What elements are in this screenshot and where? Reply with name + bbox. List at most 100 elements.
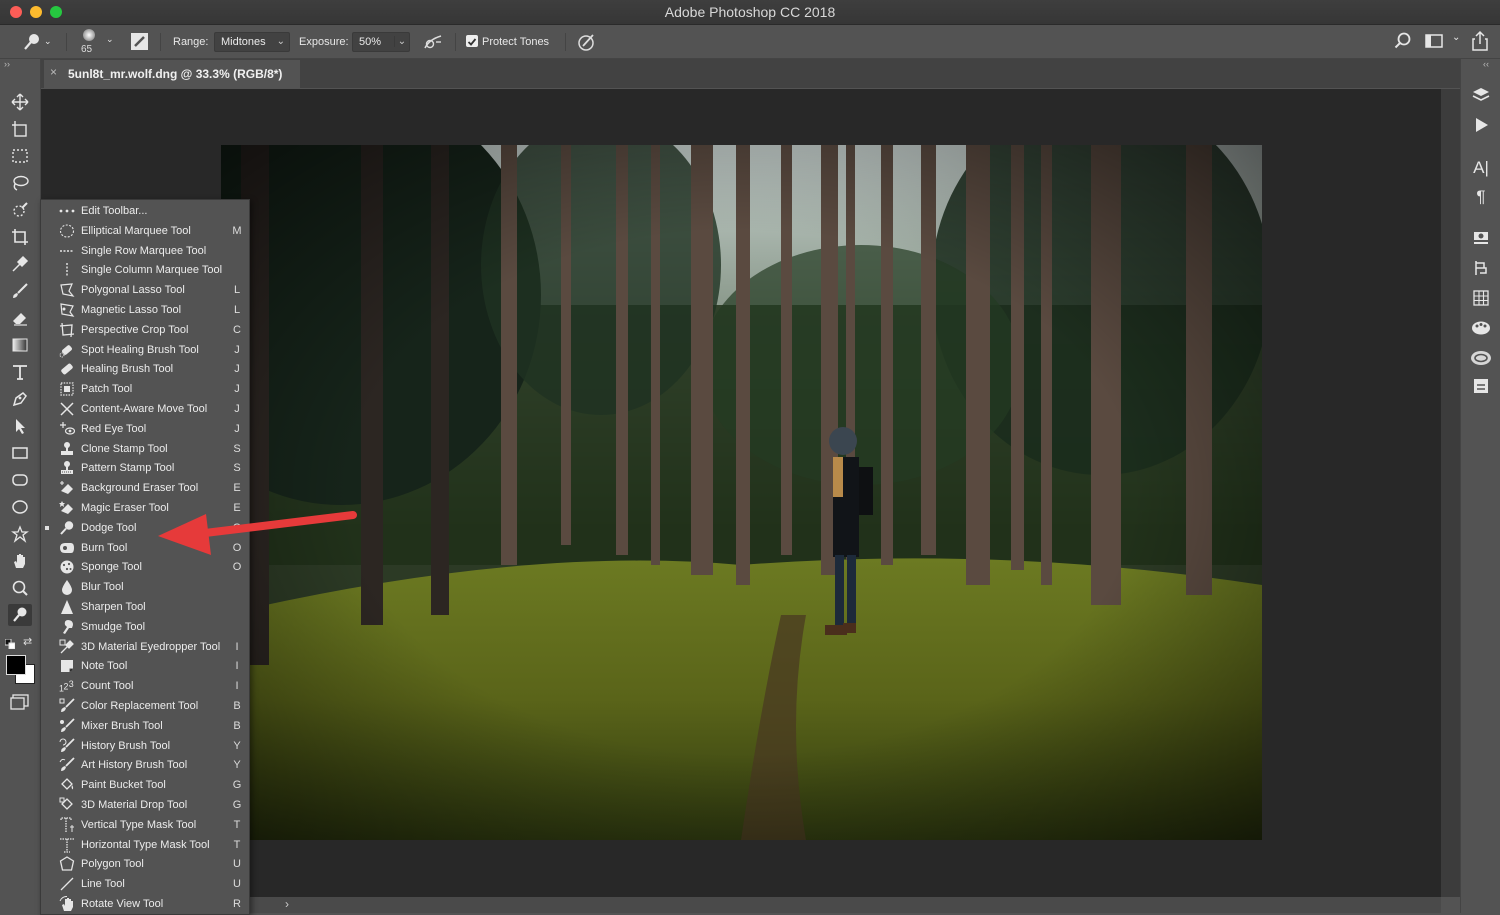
creative-cloud-libraries-icon[interactable] <box>1469 347 1493 369</box>
range-select[interactable]: Midtones ⌄ <box>214 32 290 52</box>
dodge-icon[interactable] <box>8 604 32 626</box>
paragraph-icon[interactable]: ¶ <box>1469 186 1493 208</box>
vertical-scrollbar[interactable] <box>1441 89 1460 897</box>
document-image[interactable] <box>221 145 1262 840</box>
rounded-rectangle-icon[interactable] <box>8 469 32 491</box>
foreground-color-swatch[interactable] <box>6 655 26 675</box>
flyout-item-3d-eyedropper[interactable]: 3D Material Eyedropper Tool I <box>41 637 249 657</box>
flyout-item-content-aware-move[interactable]: Content-Aware Move Tool J <box>41 399 249 419</box>
flyout-item-magnetic-lasso[interactable]: Magnetic Lasso Tool L <box>41 300 249 320</box>
share-icon[interactable] <box>1470 30 1490 52</box>
polygonal-lasso-icon <box>59 282 75 298</box>
brush-icon[interactable] <box>8 280 32 302</box>
flyout-item-art-history-brush[interactable]: Art History Brush Tool Y <box>41 755 249 775</box>
flyout-item-polygonal-lasso[interactable]: Polygonal Lasso Tool L <box>41 280 249 300</box>
flyout-item-background-eraser[interactable]: Background Eraser Tool E <box>41 478 249 498</box>
document-tab[interactable]: × 5unl8t_mr.wolf.dng @ 33.3% (RGB/8*) <box>44 60 300 88</box>
brush-preset-picker[interactable]: 65 ⌄ <box>76 27 116 57</box>
flyout-item-dodge[interactable]: Dodge Tool O <box>41 518 249 538</box>
swatches-icon[interactable] <box>1469 287 1493 309</box>
flyout-item-rotate-view[interactable]: Rotate View Tool R <box>41 894 249 914</box>
flyout-item-single-column-marquee[interactable]: Single Column Marquee Tool <box>41 260 249 280</box>
character-icon[interactable]: A| <box>1469 157 1493 179</box>
flyout-item-clone-stamp[interactable]: Clone Stamp Tool S <box>41 439 249 459</box>
close-tab-icon[interactable]: × <box>50 65 57 79</box>
type-icon[interactable] <box>8 361 32 383</box>
quick-selection-icon[interactable] <box>8 199 32 221</box>
flyout-item-label: Color Replacement Tool <box>81 700 199 712</box>
history-icon[interactable] <box>1469 257 1493 279</box>
flyout-item-elliptical-marquee[interactable]: Elliptical Marquee Tool M <box>41 221 249 241</box>
flyout-item-3d-drop[interactable]: 3D Material Drop Tool G <box>41 795 249 815</box>
flyout-item-healing-brush[interactable]: Healing Brush Tool J <box>41 359 249 379</box>
screen-mode-icon[interactable] <box>8 691 32 713</box>
flyout-item-sharpen[interactable]: Sharpen Tool <box>41 597 249 617</box>
crop-icon[interactable] <box>8 226 32 248</box>
flyout-item-shortcut: J <box>234 363 240 376</box>
move-icon[interactable] <box>8 91 32 113</box>
flyout-item-mixer-brush[interactable]: Mixer Brush Tool B <box>41 716 249 736</box>
flyout-item-shortcut: U <box>233 858 241 871</box>
eraser-icon[interactable] <box>8 307 32 329</box>
flyout-item-label: Spot Healing Brush Tool <box>81 343 199 356</box>
brush-tip-icon <box>83 29 95 41</box>
color-palette-icon[interactable] <box>1469 317 1493 339</box>
flyout-item-pattern-stamp[interactable]: Pattern Stamp Tool S <box>41 458 249 478</box>
ellipse-icon[interactable] <box>8 496 32 518</box>
path-selection-icon[interactable] <box>8 415 32 437</box>
status-expand-arrow[interactable]: › <box>285 897 289 911</box>
airbrush-toggle-icon[interactable] <box>422 32 444 52</box>
flyout-item-polygon[interactable]: Polygon Tool U <box>41 854 249 874</box>
hand-icon[interactable] <box>8 550 32 572</box>
flyout-item-perspective-crop[interactable]: Perspective Crop Tool C <box>41 320 249 340</box>
rectangle-icon[interactable] <box>8 442 32 464</box>
custom-shape-icon[interactable] <box>8 523 32 545</box>
flyout-item-spot-healing[interactable]: Spot Healing Brush Tool J <box>41 340 249 360</box>
layers-icon[interactable] <box>1469 84 1493 106</box>
flyout-item-sponge[interactable]: Sponge Tool O <box>41 557 249 577</box>
eyedropper-icon[interactable] <box>8 253 32 275</box>
collapse-panels-button[interactable]: ‹‹ <box>1483 59 1489 69</box>
adjustments-icon[interactable] <box>1469 227 1493 249</box>
flyout-item-paint-bucket[interactable]: Paint Bucket Tool G <box>41 775 249 795</box>
flyout-item-note[interactable]: Note Tool I <box>41 656 249 676</box>
dodge-tool-icon <box>24 33 39 50</box>
horizontal-type-mask-icon <box>59 837 75 853</box>
workspace-switcher[interactable]: ⌄ <box>1424 31 1466 51</box>
flyout-item-horizontal-type-mask[interactable]: Horizontal Type Mask Tool T <box>41 835 249 855</box>
tool-preset-picker[interactable]: ⌄ <box>22 25 58 58</box>
flyout-item-history-brush[interactable]: History Brush Tool Y <box>41 736 249 756</box>
protect-tones-checkbox[interactable] <box>466 35 478 47</box>
artboard-icon[interactable] <box>8 118 32 140</box>
flyout-item-label: Dodge Tool <box>81 521 137 534</box>
properties-icon[interactable] <box>1469 375 1493 397</box>
default-colors-icon[interactable] <box>4 636 16 650</box>
rectangular-marquee-icon[interactable] <box>8 145 32 167</box>
flyout-item-smudge[interactable]: Smudge Tool <box>41 617 249 637</box>
flyout-item-line[interactable]: Line Tool U <box>41 874 249 894</box>
swap-colors-icon[interactable]: ⇄ <box>23 635 35 648</box>
3d-eyedropper-icon <box>59 639 75 655</box>
flyout-item-magic-eraser[interactable]: Magic Eraser Tool E <box>41 498 249 518</box>
flyout-item-patch[interactable]: Patch Tool J <box>41 379 249 399</box>
edit-toolbar-item[interactable]: Edit Toolbar... <box>41 201 249 221</box>
flyout-item-single-row-marquee[interactable]: Single Row Marquee Tool <box>41 241 249 261</box>
pen-icon[interactable] <box>8 388 32 410</box>
actions-play-icon[interactable] <box>1469 114 1493 136</box>
collapse-toolbar-button[interactable]: ›› <box>4 59 10 69</box>
flyout-item-color-replacement[interactable]: Color Replacement Tool B <box>41 696 249 716</box>
zoom-icon[interactable] <box>8 577 32 599</box>
lasso-icon[interactable] <box>8 172 32 194</box>
gradient-icon[interactable] <box>8 334 32 356</box>
flyout-item-red-eye[interactable]: Red Eye Tool J <box>41 419 249 439</box>
pressure-for-size-icon[interactable] <box>576 31 598 53</box>
flyout-item-label: Count Tool <box>81 680 134 693</box>
flyout-item-vertical-type-mask[interactable]: Vertical Type Mask Tool T <box>41 815 249 835</box>
search-icon[interactable] <box>1393 31 1413 51</box>
flyout-item-burn[interactable]: Burn Tool O <box>41 538 249 558</box>
brush-settings-panel-icon[interactable] <box>130 32 149 51</box>
exposure-input[interactable]: 50% ⌄ <box>352 32 410 52</box>
red-eye-icon <box>59 421 75 437</box>
flyout-item-count[interactable]: 1 2 3 Count Tool I <box>41 676 249 696</box>
flyout-item-blur[interactable]: Blur Tool <box>41 577 249 597</box>
